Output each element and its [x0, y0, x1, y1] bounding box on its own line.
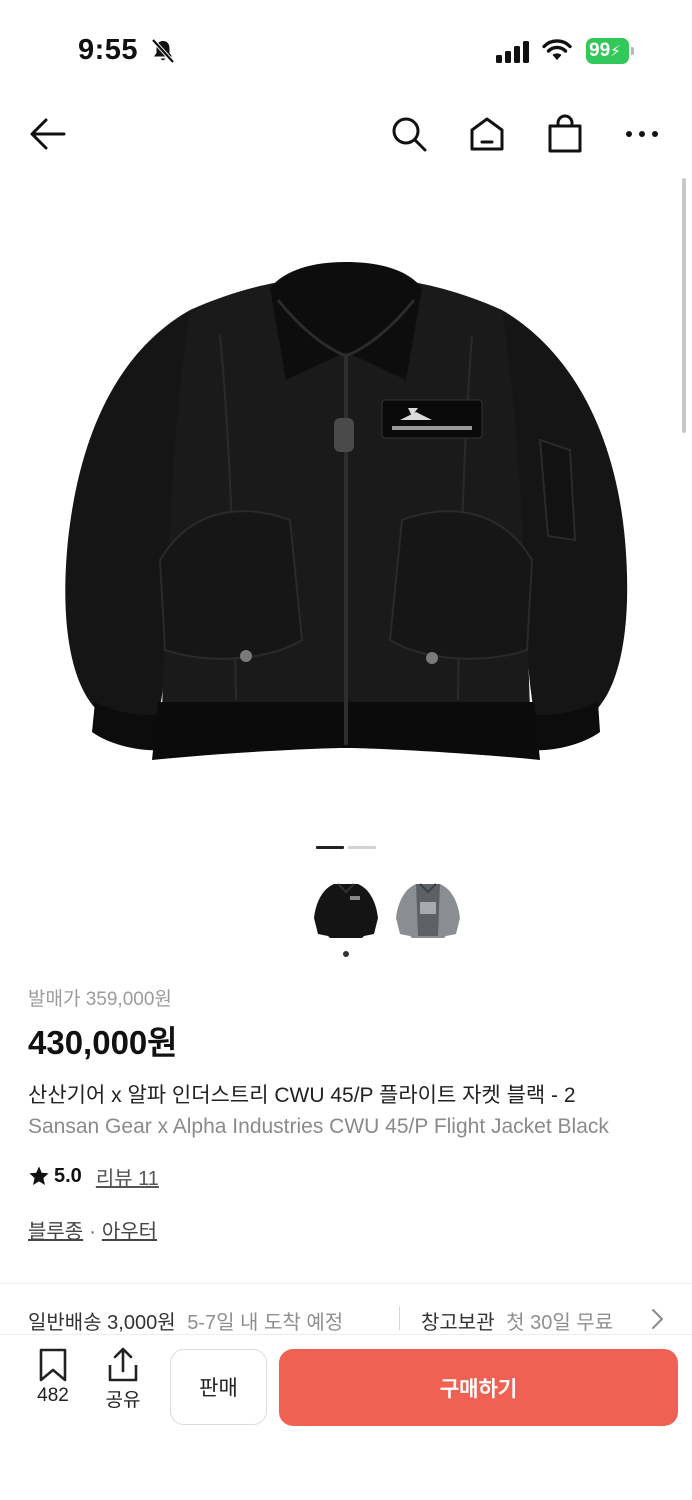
home-icon[interactable] [467, 114, 507, 154]
scroll-indicator[interactable] [682, 178, 686, 433]
sell-button[interactable]: 판매 [170, 1349, 267, 1425]
category-separator: · [89, 1221, 96, 1243]
share-label: 공유 [105, 1390, 141, 1411]
standard-delivery[interactable]: 일반배송 3,000원 5-7일 내 도착 예정 [28, 1306, 343, 1335]
standard-delivery-label: 일반배송 [28, 1312, 102, 1334]
rating-row: 5.0 리뷰 11 [28, 1162, 159, 1190]
bottom-action-bar: 482 공유 판매 구매하기 [0, 1334, 692, 1500]
cell-signal-icon [496, 41, 529, 63]
delivery-info-row: 일반배송 3,000원 5-7일 내 도착 예정 창고보관 첫 30일 무료 [0, 1300, 692, 1334]
current-price: 430,000원 [28, 1024, 178, 1061]
bookmark-icon [39, 1348, 67, 1382]
standard-delivery-eta: 5-7일 내 도착 예정 [187, 1312, 344, 1334]
warehouse-storage-note: 첫 30일 무료 [506, 1312, 614, 1334]
bell-off-icon [151, 38, 175, 64]
saved-count: 482 [37, 1385, 69, 1406]
review-count-link[interactable]: 리뷰 11 [96, 1162, 159, 1191]
product-title-english: Sansan Gear x Alpha Industries CWU 45/P … [28, 1115, 609, 1138]
search-icon[interactable] [389, 114, 429, 154]
delivery-separator [399, 1306, 400, 1330]
buy-button[interactable]: 구매하기 [279, 1349, 678, 1426]
thumbnail-active-dot [343, 951, 349, 957]
image-pager [316, 846, 376, 850]
battery-icon: 99⚡ [586, 38, 634, 64]
share-icon [108, 1347, 138, 1382]
warehouse-storage[interactable]: 창고보관 첫 30일 무료 [421, 1306, 613, 1335]
more-icon[interactable] [622, 114, 662, 154]
category-link-blouson[interactable]: 블루종 [28, 1221, 83, 1243]
category-breadcrumb: 블루종 · 아우터 [28, 1215, 157, 1244]
black-jacket-thumbnail[interactable] [312, 878, 380, 942]
top-nav-bar [0, 100, 692, 170]
warehouse-storage-label: 창고보관 [421, 1312, 495, 1334]
star-icon [29, 1166, 49, 1185]
share-button[interactable]: 공유 [93, 1347, 153, 1427]
wifi-icon [542, 39, 572, 60]
status-time: 9:55 [78, 34, 139, 66]
category-link-outer[interactable]: 아우터 [102, 1221, 157, 1243]
pager-dot-active[interactable] [316, 846, 344, 849]
grey-jacket-thumbnail[interactable] [394, 878, 462, 942]
status-bar: 9:55 99⚡ [0, 0, 692, 96]
product-title-korean: 산산기어 x 알파 인더스트리 CWU 45/P 플라이트 자켓 블랙 - 2 [28, 1084, 576, 1107]
release-price: 발매가 359,000원 [28, 989, 172, 1010]
shopping-bag-icon[interactable] [545, 114, 585, 154]
pager-dot[interactable] [348, 846, 376, 849]
section-divider [0, 1283, 692, 1284]
thumbnail-strip [312, 878, 462, 958]
save-bookmark-button[interactable]: 482 [23, 1347, 83, 1427]
product-image[interactable] [40, 240, 652, 800]
standard-delivery-price: 3,000원 [107, 1312, 176, 1334]
rating-score: 5.0 [54, 1164, 82, 1187]
back-arrow-icon[interactable] [28, 114, 68, 154]
battery-level: 99 [589, 40, 611, 61]
chevron-right-icon[interactable] [650, 1308, 664, 1330]
